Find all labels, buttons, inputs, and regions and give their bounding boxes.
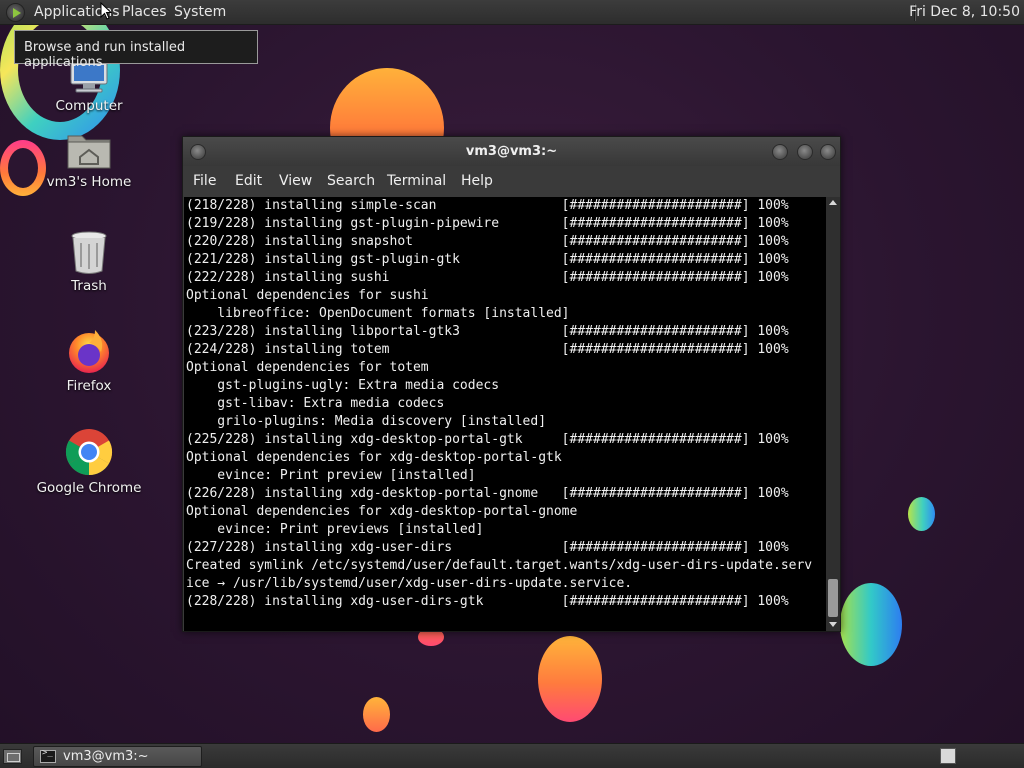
terminal-line: Optional dependencies for xdg-desktop-po…: [186, 450, 562, 465]
show-desktop-icon[interactable]: [3, 749, 22, 764]
menu-edit[interactable]: Edit: [235, 173, 262, 189]
desktop-icon-trash[interactable]: Trash: [34, 230, 144, 294]
terminal-line: (225/228) installing xdg-desktop-portal-…: [186, 432, 789, 447]
terminal-line: gst-libav: Extra media codecs: [186, 396, 445, 411]
clock[interactable]: Fri Dec 8, 10:50: [909, 4, 1020, 20]
terminal-titlebar[interactable]: vm3@vm3:~: [183, 137, 840, 166]
terminal-line: (226/228) installing xdg-desktop-portal-…: [186, 486, 789, 501]
menu-view[interactable]: View: [279, 173, 312, 189]
scrollbar-thumb[interactable]: [828, 579, 838, 617]
top-panel: Applications Places System Fri Dec 8, 10…: [0, 0, 1024, 25]
terminal-output[interactable]: (218/228) installing simple-scan [######…: [184, 197, 826, 631]
close-button[interactable]: [820, 144, 836, 160]
terminal-menubar: File Edit View Search Terminal Help: [183, 166, 840, 196]
terminal-line: Optional dependencies for totem: [186, 360, 429, 375]
terminal-title: vm3@vm3:~: [465, 144, 558, 159]
menu-terminal[interactable]: Terminal: [387, 173, 446, 189]
bottom-panel: vm3@vm3:~: [0, 743, 1024, 768]
terminal-line: grilo-plugins: Media discovery [installe…: [186, 414, 547, 429]
menu-file[interactable]: File: [193, 173, 216, 189]
system-menu[interactable]: System: [174, 4, 226, 20]
terminal-scrollbar[interactable]: [826, 197, 840, 631]
desktop-icon-label: Computer: [55, 98, 123, 114]
taskbar-task-label: vm3@vm3:~: [63, 749, 149, 764]
terminal-line: (222/228) installing sushi [############…: [186, 270, 789, 285]
terminal-window[interactable]: vm3@vm3:~ File Edit View Search Terminal…: [182, 136, 841, 632]
wallpaper-orange-blob: [538, 636, 602, 722]
taskbar-terminal-button[interactable]: vm3@vm3:~: [33, 746, 202, 767]
terminal-line: evince: Print previews [installed]: [186, 522, 484, 537]
terminal-line: (228/228) installing xdg-user-dirs-gtk […: [186, 594, 789, 609]
desktop-icon-chrome[interactable]: Google Chrome: [34, 428, 144, 496]
scroll-up-arrow-icon[interactable]: [829, 200, 837, 205]
terminal-line: libreoffice: OpenDocument formats [insta…: [186, 306, 570, 321]
terminal-line: Optional dependencies for sushi: [186, 288, 429, 303]
terminal-line: (224/228) installing totem [############…: [186, 342, 789, 357]
terminal-line: gst-plugins-ugly: Extra media codecs: [186, 378, 500, 393]
terminal-line: Optional dependencies for xdg-desktop-po…: [186, 504, 578, 519]
applications-tooltip: Browse and run installed applications: [14, 30, 258, 70]
desktop-icon-label: vm3's Home: [46, 174, 132, 190]
home-folder-icon: [67, 135, 111, 169]
terminal-line: evince: Print preview [installed]: [186, 468, 476, 483]
terminal-line: (221/228) installing gst-plugin-gtk [###…: [186, 252, 789, 267]
terminal-line: (220/228) installing snapshot [#########…: [186, 234, 789, 249]
firefox-icon: [69, 330, 109, 373]
workspace-switcher[interactable]: [940, 748, 956, 764]
terminal-line: Created symlink /etc/systemd/user/defaul…: [186, 558, 813, 573]
menu-help[interactable]: Help: [461, 173, 493, 189]
minimize-button[interactable]: [772, 144, 788, 160]
scroll-down-arrow-icon[interactable]: [829, 622, 837, 627]
terminal-icon: [40, 748, 56, 763]
applications-logo-icon[interactable]: [6, 3, 25, 22]
desktop-icon-label: Google Chrome: [36, 480, 142, 496]
terminal-line: ice → /usr/lib/systemd/user/xdg-user-dir…: [186, 576, 633, 591]
places-menu[interactable]: Places: [122, 4, 167, 20]
desktop-icon-label: Firefox: [66, 378, 112, 394]
desktop-icon-label: Trash: [71, 278, 107, 294]
wallpaper-small-blob: [908, 497, 935, 531]
terminal-line: (218/228) installing simple-scan [######…: [186, 198, 789, 213]
desktop-icon-home[interactable]: vm3's Home: [34, 130, 144, 190]
trash-icon: [71, 231, 107, 274]
terminal-line: (219/228) installing gst-plugin-pipewire…: [186, 216, 789, 231]
desktop-icon-firefox[interactable]: Firefox: [34, 328, 144, 394]
terminal-line: (227/228) installing xdg-user-dirs [####…: [186, 540, 789, 555]
wallpaper-blue-blob: [840, 583, 902, 666]
chrome-icon: [65, 429, 113, 476]
menu-search[interactable]: Search: [327, 173, 375, 189]
maximize-button[interactable]: [797, 144, 813, 160]
window-menu-button[interactable]: [190, 144, 206, 160]
wallpaper-tiny-blob: [363, 697, 390, 732]
terminal-line: (223/228) installing libportal-gtk3 [###…: [186, 324, 789, 339]
